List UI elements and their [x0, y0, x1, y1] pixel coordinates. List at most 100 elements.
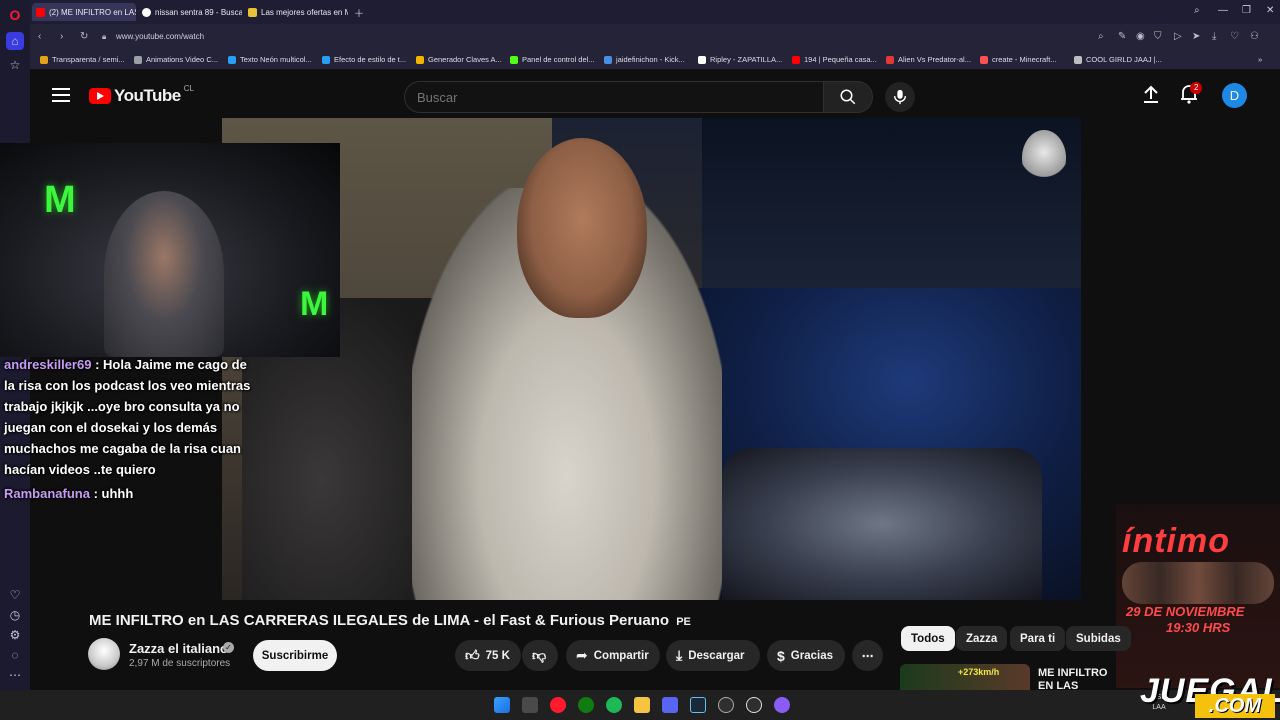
bookmark-favicon-icon — [228, 55, 236, 64]
chat-message: andreskiller69 : Hola Jaime me cago de l… — [4, 354, 256, 480]
upload-icon — [1144, 85, 1158, 103]
upload-button[interactable] — [1142, 84, 1162, 104]
share-button[interactable]: ➦ Compartir — [566, 640, 660, 671]
download-label: Descargar — [688, 649, 745, 662]
youtube-logo[interactable]: YouTube CL — [89, 83, 194, 106]
profile-icon[interactable]: ⚇ — [1250, 31, 1259, 42]
address-bar: ‹ › ↻ 🔒︎ www.youtube.com/watch ⌕ ✎ ◉ ⛉ ▷… — [30, 24, 1280, 50]
bookmark-item[interactable]: jaidefinichon - Kick... — [604, 55, 685, 64]
verified-badge-icon: ✓ — [223, 642, 234, 653]
bookmark-label: COOL GIRLD JAAJ |... — [1086, 55, 1162, 64]
search-tabs-icon[interactable]: ⌕ — [1194, 5, 1200, 16]
chat-text: : uhhh — [93, 486, 134, 501]
voice-search-button[interactable] — [885, 82, 915, 112]
discord-icon[interactable] — [662, 697, 678, 713]
search-button[interactable] — [823, 81, 873, 113]
bookmark-item[interactable]: create - Minecraft... — [980, 55, 1057, 64]
bookmark-item[interactable]: 194 | Pequeña casa... — [792, 55, 877, 64]
app-icon[interactable] — [774, 697, 790, 713]
tab-label: (2) ME INFILTRO en LAS — [49, 7, 136, 17]
bookmark-item[interactable]: Alien Vs Predator-al... — [886, 55, 971, 64]
send-icon[interactable]: ➤ — [1192, 31, 1200, 42]
task-view-icon[interactable] — [522, 697, 538, 713]
xbox-icon[interactable] — [578, 697, 594, 713]
chip-for-you[interactable]: Para ti — [1010, 626, 1066, 651]
download-button[interactable]: ⤓ Descargar — [666, 640, 760, 671]
search-box — [404, 81, 824, 113]
forward-icon[interactable]: › — [60, 31, 63, 42]
reload-icon[interactable]: ↻ — [80, 31, 88, 42]
bookmark-favicon-icon — [792, 55, 800, 64]
tips-icon[interactable]: ◌ — [6, 646, 24, 664]
bookmark-label: Generador Claves A... — [428, 55, 502, 64]
more-icon[interactable]: ⋯ — [6, 666, 24, 684]
opera-icon[interactable] — [550, 697, 566, 713]
chat-overlay: andreskiller69 : Hola Jaime me cago de l… — [4, 354, 256, 504]
heart-icon[interactable]: ♡ — [6, 586, 24, 604]
close-icon[interactable]: ✕ — [1266, 5, 1274, 16]
country-code: CL — [183, 83, 194, 93]
account-avatar[interactable]: D — [1222, 83, 1247, 108]
star-icon[interactable]: ☆ — [6, 56, 24, 74]
bookmark-item[interactable]: Panel de control del... — [510, 55, 595, 64]
store-favicon-icon — [248, 7, 257, 17]
country-flag-label: PE — [676, 616, 691, 628]
bookmark-item[interactable]: Generador Claves A... — [416, 55, 502, 64]
channel-avatar[interactable] — [88, 638, 120, 670]
notifications-button[interactable]: 2 — [1180, 82, 1203, 106]
minimize-icon[interactable]: — — [1218, 5, 1228, 16]
bookmark-item[interactable]: Animations Video C... — [134, 55, 218, 64]
chip-uploads[interactable]: Subidas — [1066, 626, 1131, 651]
tab-bing[interactable]: nissan sentra 89 - Buscar — [138, 3, 242, 21]
menu-icon[interactable] — [52, 86, 70, 102]
steam-icon[interactable] — [690, 697, 706, 713]
home-icon[interactable]: ⌂ — [6, 32, 24, 50]
site-watermark-domain: .COM — [1195, 694, 1275, 718]
back-icon[interactable]: ‹ — [38, 31, 41, 42]
search-input[interactable] — [405, 82, 823, 112]
dislike-button[interactable]: 👎︎ — [522, 640, 558, 671]
play-icon[interactable]: ▷ — [1174, 31, 1182, 42]
youtube-favicon-icon — [36, 7, 45, 17]
new-tab-plus-icon[interactable]: ＋ — [354, 5, 364, 20]
bookmark-item[interactable]: Texto Neón multicol... — [228, 55, 312, 64]
chip-zazza[interactable]: Zazza — [956, 626, 1008, 651]
bookmark-item[interactable]: Transparenta / semi... — [40, 55, 125, 64]
bookmark-item[interactable]: Efecto de estilo de t... — [322, 55, 406, 64]
bookmarks-overflow-icon[interactable]: » — [1258, 55, 1262, 64]
url-field[interactable]: www.youtube.com/watch — [116, 32, 204, 41]
share-icon: ➦ — [576, 647, 588, 663]
channel-name[interactable]: Zazza el italiano — [129, 641, 228, 656]
video-title-text: ME INFILTRO en LAS CARRERAS ILEGALES de … — [89, 612, 670, 629]
bookmark-item[interactable]: COOL GIRLD JAAJ |... — [1074, 55, 1162, 64]
bookmark-favicon-icon — [40, 55, 48, 64]
opera-logo-icon[interactable]: O — [6, 6, 24, 24]
camera-icon[interactable]: ◉ — [1136, 31, 1145, 42]
video-player[interactable] — [222, 118, 1081, 600]
bookmark-item[interactable]: Ripley - ZAPATILLA... — [698, 55, 782, 64]
windows-start-icon[interactable] — [494, 697, 510, 713]
tab-youtube[interactable]: (2) ME INFILTRO en LAS — [32, 3, 136, 21]
settings-icon[interactable]: ⚙ — [6, 626, 24, 644]
like-button[interactable]: 👍︎ 75 K — [455, 640, 521, 671]
recommended-video-thumbnail[interactable]: +273km/h — [900, 664, 1030, 690]
maximize-icon[interactable]: ❐ — [1242, 5, 1251, 16]
subscribe-button[interactable]: Suscribirme — [253, 640, 337, 671]
download-icon[interactable]: ⤓ — [1212, 31, 1216, 42]
thanks-button[interactable]: $ Gracias — [767, 640, 845, 671]
obs-icon[interactable] — [718, 697, 734, 713]
edit-icon[interactable]: ✎ — [1118, 31, 1126, 42]
more-actions-button[interactable]: ⋯ — [852, 640, 883, 671]
history-icon[interactable]: ◷ — [6, 606, 24, 624]
chatgpt-icon[interactable] — [746, 697, 762, 713]
tab-mercadolibre[interactable]: Las mejores ofertas en M — [244, 3, 348, 21]
chip-all[interactable]: Todos — [901, 626, 955, 651]
streamer-silhouette — [104, 191, 224, 357]
lock-icon: 🔒︎ — [102, 32, 107, 41]
heart-icon[interactable]: ♡ — [1230, 31, 1239, 42]
shield-icon[interactable]: ⛉ — [1154, 31, 1162, 42]
file-explorer-icon[interactable] — [634, 697, 650, 713]
zoom-icon[interactable]: ⌕ — [1098, 31, 1104, 42]
promo-time: 19:30 HRS — [1166, 620, 1231, 635]
spotify-icon[interactable] — [606, 697, 622, 713]
